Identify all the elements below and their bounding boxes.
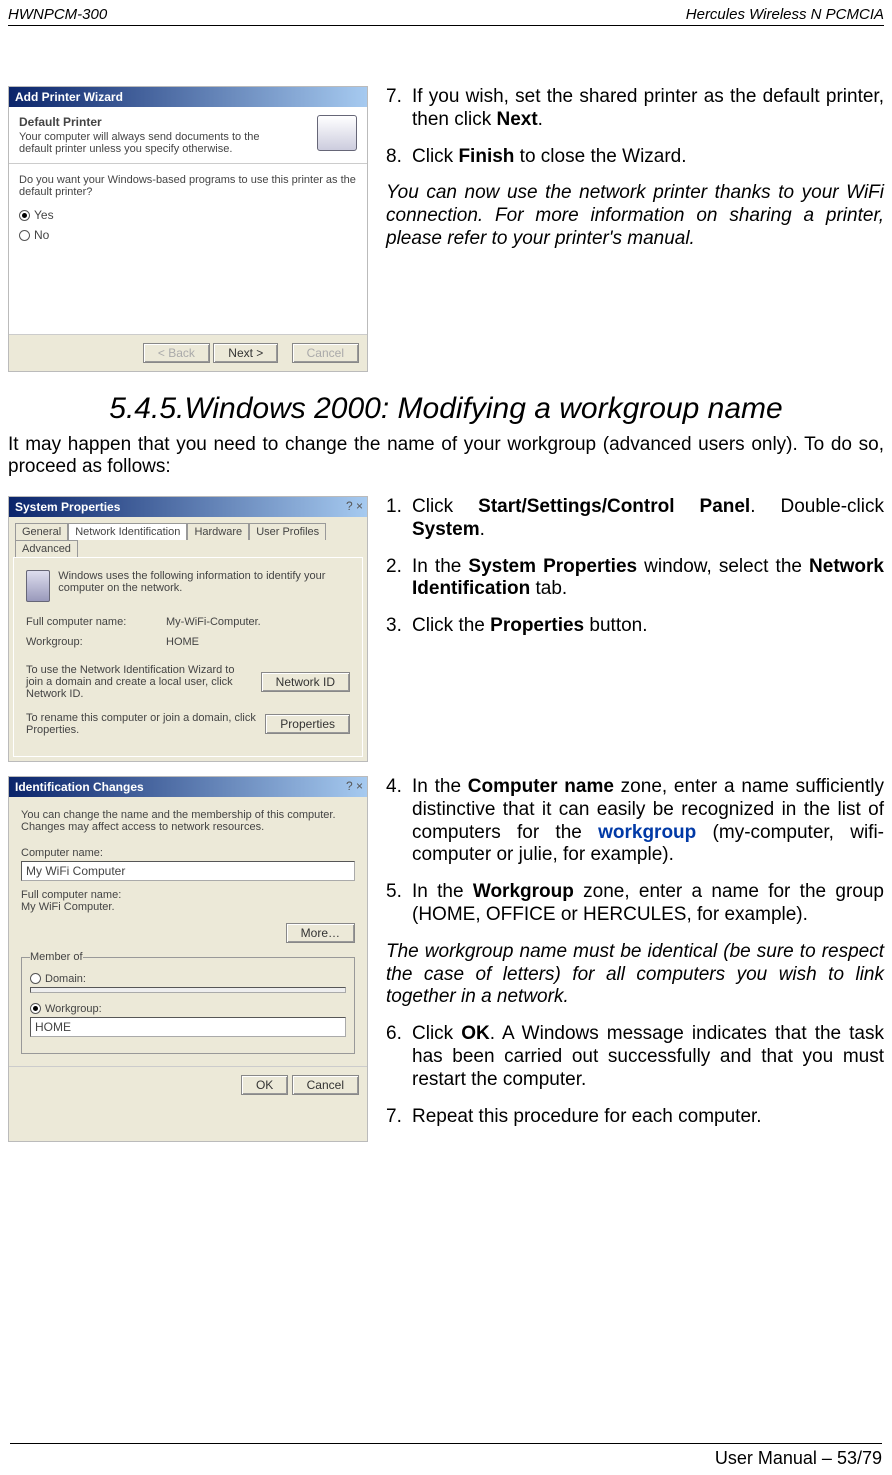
- product-name: Hercules Wireless N PCMCIA: [686, 6, 884, 23]
- model-code: HWNPCM-300: [8, 6, 107, 23]
- radio-domain[interactable]: Domain:: [30, 971, 346, 985]
- workgroup-label: Workgroup:: [45, 1003, 102, 1015]
- add-printer-wizard-window: Add Printer Wizard Default Printer Your …: [8, 86, 368, 372]
- netid-desc: Windows uses the following information t…: [58, 570, 350, 602]
- more-button[interactable]: More…: [286, 923, 355, 943]
- full-name-value: My-WiFi-Computer.: [166, 616, 261, 628]
- identification-changes-window: Identification Changes ? × You can chang…: [8, 776, 368, 1142]
- step-8: 8.Click Finish to close the Wizard.: [386, 146, 884, 169]
- section-intro: It may happen that you need to change th…: [8, 434, 884, 478]
- properties-button[interactable]: Properties: [265, 714, 350, 734]
- radio-workgroup[interactable]: Workgroup:: [30, 1001, 346, 1015]
- full-computer-name-value: My WiFi Computer.: [21, 901, 355, 913]
- step-6: 6.Click OK. A Windows message indicates …: [386, 1023, 884, 1091]
- ok-button[interactable]: OK: [241, 1075, 288, 1095]
- help-icon[interactable]: ? ×: [342, 777, 367, 795]
- workgroup-note: The workgroup name must be identical (be…: [386, 941, 884, 1009]
- step-7b: 7.Repeat this procedure for each compute…: [386, 1106, 884, 1129]
- member-of-legend: Member of: [30, 951, 83, 963]
- network-id-button[interactable]: Network ID: [261, 672, 350, 692]
- idchg-desc: You can change the name and the membersh…: [21, 809, 355, 833]
- section-heading: 5.4.5.Windows 2000: Modifying a workgrou…: [8, 392, 884, 426]
- tab-network-id[interactable]: Network Identification: [68, 523, 187, 540]
- window-title: System Properties: [9, 497, 367, 517]
- wizard-subtext: Your computer will always send documents…: [19, 131, 279, 155]
- domain-input[interactable]: [30, 987, 346, 993]
- page-footer: User Manual – 53/79: [10, 1443, 882, 1469]
- radio-no[interactable]: No: [19, 228, 357, 242]
- step-3: 3.Click the Properties button.: [386, 615, 884, 638]
- step-5: 5.In the Workgroup zone, enter a name fo…: [386, 881, 884, 927]
- page-header: HWNPCM-300 Hercules Wireless N PCMCIA: [8, 6, 884, 26]
- tab-hardware[interactable]: Hardware: [187, 523, 249, 540]
- domain-label: Domain:: [45, 973, 86, 985]
- workgroup-input[interactable]: HOME: [30, 1017, 346, 1037]
- computer-name-input[interactable]: My WiFi Computer: [21, 861, 355, 881]
- tab-advanced[interactable]: Advanced: [15, 540, 78, 557]
- step-4: 4.In the Computer name zone, enter a nam…: [386, 776, 884, 867]
- back-button[interactable]: < Back: [143, 343, 210, 363]
- full-computer-name-label: Full computer name:: [21, 889, 355, 901]
- tab-general[interactable]: General: [15, 523, 68, 540]
- tab-user-profiles[interactable]: User Profiles: [249, 523, 326, 540]
- cancel-button[interactable]: Cancel: [292, 1075, 359, 1095]
- printer-note: You can now use the network printer than…: [386, 182, 884, 250]
- help-icon[interactable]: ? ×: [342, 497, 367, 515]
- system-properties-window: System Properties ? × General Network Id…: [8, 496, 368, 762]
- prop-desc: To rename this computer or join a domain…: [26, 712, 257, 736]
- next-button[interactable]: Next >: [213, 343, 278, 363]
- radio-yes[interactable]: Yes: [19, 208, 357, 222]
- full-name-label: Full computer name:: [26, 616, 166, 628]
- radio-yes-label: Yes: [34, 208, 54, 222]
- step-1: 1.Click Start/Settings/Control Panel. Do…: [386, 496, 884, 542]
- cancel-button[interactable]: Cancel: [292, 343, 359, 363]
- workgroup-value: HOME: [166, 636, 199, 648]
- step-7: 7.If you wish, set the shared printer as…: [386, 86, 884, 132]
- wizard-heading: Default Printer: [19, 115, 357, 129]
- default-question: Do you want your Windows-based programs …: [19, 174, 357, 198]
- printer-icon: [317, 115, 357, 151]
- computer-name-label: Computer name:: [21, 847, 355, 859]
- window-title: Add Printer Wizard: [9, 87, 367, 107]
- workgroup-label: Workgroup:: [26, 636, 166, 648]
- window-title: Identification Changes: [9, 777, 367, 797]
- computer-icon: [26, 570, 50, 602]
- step-2: 2.In the System Properties window, selec…: [386, 556, 884, 602]
- radio-no-label: No: [34, 228, 49, 242]
- nid-desc: To use the Network Identification Wizard…: [26, 664, 253, 700]
